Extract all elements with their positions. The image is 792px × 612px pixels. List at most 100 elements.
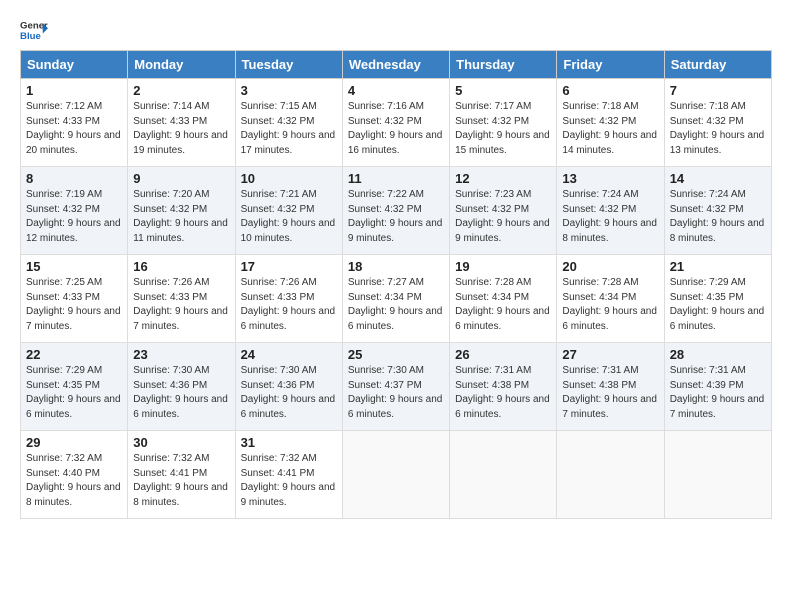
calendar-day-header: Thursday — [450, 51, 557, 79]
day-number: 16 — [133, 259, 229, 274]
calendar-day-header: Tuesday — [235, 51, 342, 79]
day-number: 29 — [26, 435, 122, 450]
cell-content: Sunrise: 7:29 AMSunset: 4:35 PMDaylight:… — [670, 276, 766, 334]
cell-content: Sunrise: 7:23 AMSunset: 4:32 PMDaylight:… — [455, 188, 551, 246]
day-number: 23 — [133, 347, 229, 362]
svg-text:Blue: Blue — [20, 31, 41, 42]
calendar-cell — [342, 431, 449, 519]
calendar-cell: 5 Sunrise: 7:17 AMSunset: 4:32 PMDayligh… — [450, 79, 557, 167]
calendar-cell: 27 Sunrise: 7:31 AMSunset: 4:38 PMDaylig… — [557, 343, 664, 431]
cell-content: Sunrise: 7:30 AMSunset: 4:36 PMDaylight:… — [241, 364, 337, 422]
page-container: General Blue SundayMondayTuesdayWednesda… — [0, 0, 792, 529]
day-number: 24 — [241, 347, 337, 362]
cell-content: Sunrise: 7:21 AMSunset: 4:32 PMDaylight:… — [241, 188, 337, 246]
calendar-day-header: Friday — [557, 51, 664, 79]
cell-content: Sunrise: 7:32 AMSunset: 4:40 PMDaylight:… — [26, 452, 122, 510]
day-number: 25 — [348, 347, 444, 362]
calendar-day-header: Saturday — [664, 51, 771, 79]
calendar-header-row: SundayMondayTuesdayWednesdayThursdayFrid… — [21, 51, 772, 79]
cell-content: Sunrise: 7:18 AMSunset: 4:32 PMDaylight:… — [562, 100, 658, 158]
calendar-cell: 9 Sunrise: 7:20 AMSunset: 4:32 PMDayligh… — [128, 167, 235, 255]
cell-content: Sunrise: 7:15 AMSunset: 4:32 PMDaylight:… — [241, 100, 337, 158]
calendar-table: SundayMondayTuesdayWednesdayThursdayFrid… — [20, 50, 772, 519]
day-number: 19 — [455, 259, 551, 274]
calendar-cell: 21 Sunrise: 7:29 AMSunset: 4:35 PMDaylig… — [664, 255, 771, 343]
cell-content: Sunrise: 7:24 AMSunset: 4:32 PMDaylight:… — [562, 188, 658, 246]
calendar-cell: 25 Sunrise: 7:30 AMSunset: 4:37 PMDaylig… — [342, 343, 449, 431]
day-number: 7 — [670, 83, 766, 98]
calendar-cell: 3 Sunrise: 7:15 AMSunset: 4:32 PMDayligh… — [235, 79, 342, 167]
day-number: 27 — [562, 347, 658, 362]
calendar-day-header: Monday — [128, 51, 235, 79]
calendar-cell: 16 Sunrise: 7:26 AMSunset: 4:33 PMDaylig… — [128, 255, 235, 343]
calendar-day-header: Wednesday — [342, 51, 449, 79]
calendar-cell: 12 Sunrise: 7:23 AMSunset: 4:32 PMDaylig… — [450, 167, 557, 255]
cell-content: Sunrise: 7:28 AMSunset: 4:34 PMDaylight:… — [562, 276, 658, 334]
day-number: 31 — [241, 435, 337, 450]
day-number: 5 — [455, 83, 551, 98]
calendar-cell: 4 Sunrise: 7:16 AMSunset: 4:32 PMDayligh… — [342, 79, 449, 167]
calendar-cell: 2 Sunrise: 7:14 AMSunset: 4:33 PMDayligh… — [128, 79, 235, 167]
logo-icon: General Blue — [20, 16, 48, 44]
calendar-cell: 19 Sunrise: 7:28 AMSunset: 4:34 PMDaylig… — [450, 255, 557, 343]
cell-content: Sunrise: 7:30 AMSunset: 4:36 PMDaylight:… — [133, 364, 229, 422]
cell-content: Sunrise: 7:19 AMSunset: 4:32 PMDaylight:… — [26, 188, 122, 246]
day-number: 8 — [26, 171, 122, 186]
calendar-week-row: 22 Sunrise: 7:29 AMSunset: 4:35 PMDaylig… — [21, 343, 772, 431]
day-number: 30 — [133, 435, 229, 450]
day-number: 3 — [241, 83, 337, 98]
calendar-week-row: 1 Sunrise: 7:12 AMSunset: 4:33 PMDayligh… — [21, 79, 772, 167]
calendar-cell: 31 Sunrise: 7:32 AMSunset: 4:41 PMDaylig… — [235, 431, 342, 519]
calendar-cell: 8 Sunrise: 7:19 AMSunset: 4:32 PMDayligh… — [21, 167, 128, 255]
cell-content: Sunrise: 7:27 AMSunset: 4:34 PMDaylight:… — [348, 276, 444, 334]
day-number: 1 — [26, 83, 122, 98]
day-number: 17 — [241, 259, 337, 274]
calendar-cell: 22 Sunrise: 7:29 AMSunset: 4:35 PMDaylig… — [21, 343, 128, 431]
calendar-cell: 13 Sunrise: 7:24 AMSunset: 4:32 PMDaylig… — [557, 167, 664, 255]
day-number: 13 — [562, 171, 658, 186]
day-number: 15 — [26, 259, 122, 274]
cell-content: Sunrise: 7:24 AMSunset: 4:32 PMDaylight:… — [670, 188, 766, 246]
calendar-cell: 7 Sunrise: 7:18 AMSunset: 4:32 PMDayligh… — [664, 79, 771, 167]
cell-content: Sunrise: 7:14 AMSunset: 4:33 PMDaylight:… — [133, 100, 229, 158]
cell-content: Sunrise: 7:26 AMSunset: 4:33 PMDaylight:… — [241, 276, 337, 334]
day-number: 21 — [670, 259, 766, 274]
calendar-cell: 30 Sunrise: 7:32 AMSunset: 4:41 PMDaylig… — [128, 431, 235, 519]
calendar-cell — [450, 431, 557, 519]
day-number: 26 — [455, 347, 551, 362]
cell-content: Sunrise: 7:28 AMSunset: 4:34 PMDaylight:… — [455, 276, 551, 334]
day-number: 14 — [670, 171, 766, 186]
day-number: 4 — [348, 83, 444, 98]
cell-content: Sunrise: 7:29 AMSunset: 4:35 PMDaylight:… — [26, 364, 122, 422]
header: General Blue — [20, 16, 772, 44]
calendar-cell: 18 Sunrise: 7:27 AMSunset: 4:34 PMDaylig… — [342, 255, 449, 343]
calendar-cell: 23 Sunrise: 7:30 AMSunset: 4:36 PMDaylig… — [128, 343, 235, 431]
calendar-week-row: 8 Sunrise: 7:19 AMSunset: 4:32 PMDayligh… — [21, 167, 772, 255]
calendar-cell: 1 Sunrise: 7:12 AMSunset: 4:33 PMDayligh… — [21, 79, 128, 167]
day-number: 11 — [348, 171, 444, 186]
day-number: 9 — [133, 171, 229, 186]
cell-content: Sunrise: 7:12 AMSunset: 4:33 PMDaylight:… — [26, 100, 122, 158]
cell-content: Sunrise: 7:17 AMSunset: 4:32 PMDaylight:… — [455, 100, 551, 158]
calendar-cell: 15 Sunrise: 7:25 AMSunset: 4:33 PMDaylig… — [21, 255, 128, 343]
calendar-day-header: Sunday — [21, 51, 128, 79]
cell-content: Sunrise: 7:31 AMSunset: 4:39 PMDaylight:… — [670, 364, 766, 422]
day-number: 28 — [670, 347, 766, 362]
cell-content: Sunrise: 7:18 AMSunset: 4:32 PMDaylight:… — [670, 100, 766, 158]
cell-content: Sunrise: 7:26 AMSunset: 4:33 PMDaylight:… — [133, 276, 229, 334]
calendar-cell: 6 Sunrise: 7:18 AMSunset: 4:32 PMDayligh… — [557, 79, 664, 167]
day-number: 12 — [455, 171, 551, 186]
calendar-week-row: 15 Sunrise: 7:25 AMSunset: 4:33 PMDaylig… — [21, 255, 772, 343]
cell-content: Sunrise: 7:31 AMSunset: 4:38 PMDaylight:… — [562, 364, 658, 422]
day-number: 18 — [348, 259, 444, 274]
cell-content: Sunrise: 7:32 AMSunset: 4:41 PMDaylight:… — [133, 452, 229, 510]
logo: General Blue — [20, 16, 48, 44]
calendar-cell: 26 Sunrise: 7:31 AMSunset: 4:38 PMDaylig… — [450, 343, 557, 431]
day-number: 22 — [26, 347, 122, 362]
calendar-cell: 28 Sunrise: 7:31 AMSunset: 4:39 PMDaylig… — [664, 343, 771, 431]
day-number: 10 — [241, 171, 337, 186]
cell-content: Sunrise: 7:25 AMSunset: 4:33 PMDaylight:… — [26, 276, 122, 334]
day-number: 6 — [562, 83, 658, 98]
calendar-cell — [664, 431, 771, 519]
calendar-cell: 24 Sunrise: 7:30 AMSunset: 4:36 PMDaylig… — [235, 343, 342, 431]
